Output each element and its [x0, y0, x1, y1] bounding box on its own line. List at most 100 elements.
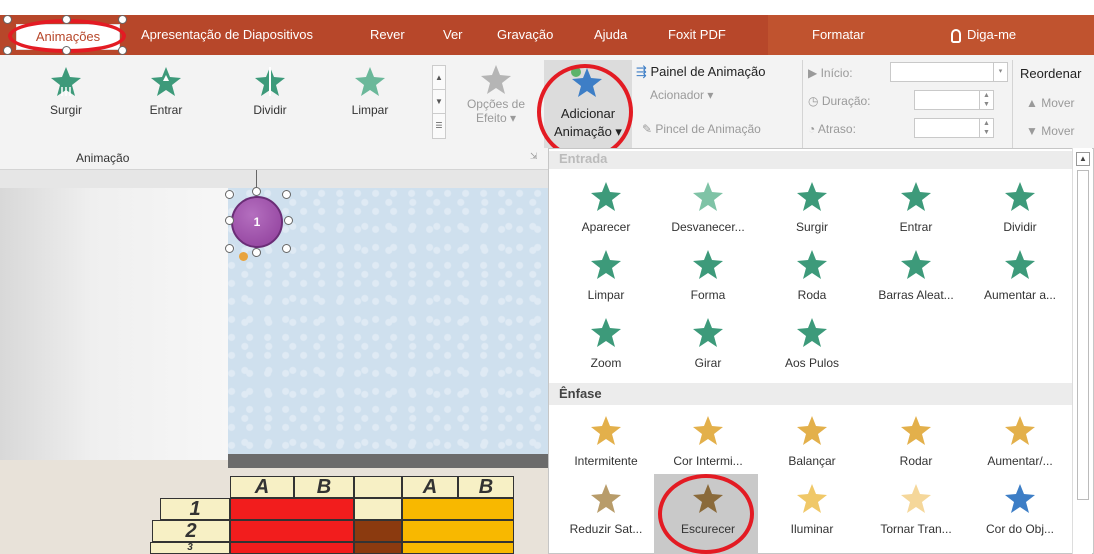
anim-option-enfase-9[interactable]: Cor do Obj... [966, 482, 1074, 536]
shape-handle[interactable] [284, 216, 293, 225]
shape-handle[interactable] [252, 187, 261, 196]
start-label-text: Início: [820, 66, 853, 80]
anim-option-entrada-5[interactable]: Limpar [552, 248, 660, 302]
anim-option-enfase-6[interactable]: Escurecer [654, 482, 762, 536]
move-earlier-button[interactable]: ▲ Mover [1026, 96, 1075, 110]
anim-option-label: Reduzir Sat... [569, 522, 643, 536]
shape-handle[interactable] [252, 248, 261, 257]
anim-option-entrada-8[interactable]: Barras Aleat... [862, 248, 970, 302]
shape-handle[interactable] [225, 216, 234, 225]
swivel-star-icon [693, 318, 723, 347]
fly-in-star-icon [51, 67, 81, 96]
scroll-thumb[interactable] [1077, 170, 1089, 500]
anim-option-entrada-11[interactable]: Girar [654, 316, 762, 370]
tab-slideshow[interactable]: Apresentação de Diapositivos [141, 15, 313, 55]
dropdown-scrollbar[interactable]: ▲ [1072, 148, 1092, 554]
grid-cell [230, 520, 354, 542]
wipe-star-icon [591, 250, 621, 279]
grid-row-1: 1 [160, 498, 230, 520]
gallery-limpar[interactable]: Limpar [330, 65, 410, 117]
animated-circle-shape[interactable]: 1 [231, 196, 283, 248]
shape-handle[interactable] [282, 244, 291, 253]
animation-pane-label: Painel de Animação [650, 64, 766, 79]
anim-option-entrada-0[interactable]: Aparecer [552, 180, 660, 234]
float-in-star-icon [901, 182, 931, 211]
gallery-entrar[interactable]: Entrar [126, 65, 206, 117]
anim-option-enfase-7[interactable]: Iluminar [758, 482, 866, 536]
trigger-button[interactable]: Acionador ▾ [650, 88, 713, 102]
delay-input[interactable]: ▲ ▼ [914, 118, 994, 138]
effect-options-label-1: Opções de [466, 97, 526, 111]
gallery-dividir[interactable]: Dividir [230, 65, 310, 117]
tell-me-box[interactable]: Diga-me [951, 15, 1016, 55]
dialog-launcher-icon[interactable]: ⇲ [530, 151, 538, 162]
move-later-button[interactable]: ▼ Mover [1026, 124, 1075, 138]
tab-recording[interactable]: Gravação [497, 15, 553, 55]
gallery-up-arrow[interactable]: ▲ [433, 66, 445, 90]
anim-option-entrada-4[interactable]: Dividir [966, 180, 1074, 234]
anim-option-entrada-12[interactable]: Aos Pulos [758, 316, 866, 370]
tab-review[interactable]: Rever [370, 15, 405, 55]
shape-star-icon [693, 250, 723, 279]
anim-option-entrada-1[interactable]: Desvanecer... [654, 180, 762, 234]
shape-handle[interactable] [282, 190, 291, 199]
object-color-star-icon [1005, 484, 1035, 513]
anim-option-entrada-3[interactable]: Entrar [862, 180, 970, 234]
anim-option-label: Desvanecer... [671, 220, 745, 234]
anim-option-entrada-7[interactable]: Roda [758, 248, 866, 302]
anim-option-enfase-0[interactable]: Intermitente [552, 414, 660, 468]
anim-option-entrada-10[interactable]: Zoom [552, 316, 660, 370]
anim-option-enfase-1[interactable]: Cor Intermi... [654, 414, 762, 468]
anim-option-enfase-4[interactable]: Aumentar/... [966, 414, 1074, 468]
delay-spinner[interactable]: ▲ ▼ [979, 119, 993, 137]
anim-option-entrada-6[interactable]: Forma [654, 248, 762, 302]
darken-star-icon [693, 484, 723, 513]
start-select-arrow[interactable]: ▾ [993, 63, 1007, 81]
grid-cell [230, 498, 354, 520]
lightbulb-icon [951, 28, 961, 43]
tab-format[interactable]: Formatar [812, 15, 865, 55]
animation-painter-icon: ✎ [642, 122, 656, 136]
duration-spinner[interactable]: ▲ ▼ [979, 91, 993, 109]
tab-foxit-pdf[interactable]: Foxit PDF [668, 15, 726, 55]
anim-option-enfase-3[interactable]: Rodar [862, 414, 970, 468]
shape-handle[interactable] [225, 244, 234, 253]
anim-option-enfase-2[interactable]: Balançar [758, 414, 866, 468]
fade-star-icon [693, 182, 723, 211]
gallery-down-arrow[interactable]: ▼ [433, 90, 445, 114]
anim-option-label: Entrar [899, 220, 933, 234]
selection-handle [118, 46, 127, 55]
grid-cell [354, 498, 402, 520]
add-animation-button[interactable]: Adicionar Animação ▾ [544, 60, 632, 148]
anim-option-label: Iluminar [790, 522, 834, 536]
shape-adjust-handle[interactable] [239, 252, 248, 261]
tab-help[interactable]: Ajuda [594, 15, 627, 55]
gallery-surgir[interactable]: Surgir [26, 65, 106, 117]
anim-option-enfase-5[interactable]: Reduzir Sat... [552, 482, 660, 536]
wheel-star-icon [797, 250, 827, 279]
animation-pane-button[interactable]: ⇶ Painel de Animação [636, 64, 765, 80]
delay-label: ◔ Atraso: [808, 122, 856, 136]
anim-option-label: Rodar [899, 454, 933, 468]
grid-header-a: A [230, 476, 294, 498]
tab-view[interactable]: Ver [443, 15, 463, 55]
gallery-more-arrow[interactable]: ☰ [433, 114, 445, 138]
duration-input[interactable]: ▲ ▼ [914, 90, 994, 110]
anim-option-entrada-9[interactable]: Aumentar a... [966, 248, 1074, 302]
grid-row-2: 2 [152, 520, 230, 542]
shape-handle[interactable] [225, 190, 234, 199]
effect-options-button[interactable]: Opções de Efeito ▾ [456, 63, 536, 125]
anim-option-label: Aparecer [581, 220, 631, 234]
anim-option-entrada-2[interactable]: Surgir [758, 180, 866, 234]
float-in-star-icon [151, 67, 181, 96]
anim-option-label: Aumentar/... [987, 454, 1053, 468]
animation-painter-button[interactable]: ✎ Pincel de Animação [642, 122, 761, 136]
anim-option-label: Roda [797, 288, 827, 302]
anim-option-enfase-8[interactable]: Tornar Tran... [862, 482, 970, 536]
scroll-up-arrow[interactable]: ▲ [1076, 152, 1090, 166]
reorder-label: Reordenar [1020, 66, 1082, 81]
start-select[interactable]: ▾ [890, 62, 1008, 82]
anim-option-label: Limpar [587, 288, 625, 302]
gallery-scroll[interactable]: ▲ ▼ ☰ [432, 65, 446, 139]
grid-cell [402, 520, 514, 542]
